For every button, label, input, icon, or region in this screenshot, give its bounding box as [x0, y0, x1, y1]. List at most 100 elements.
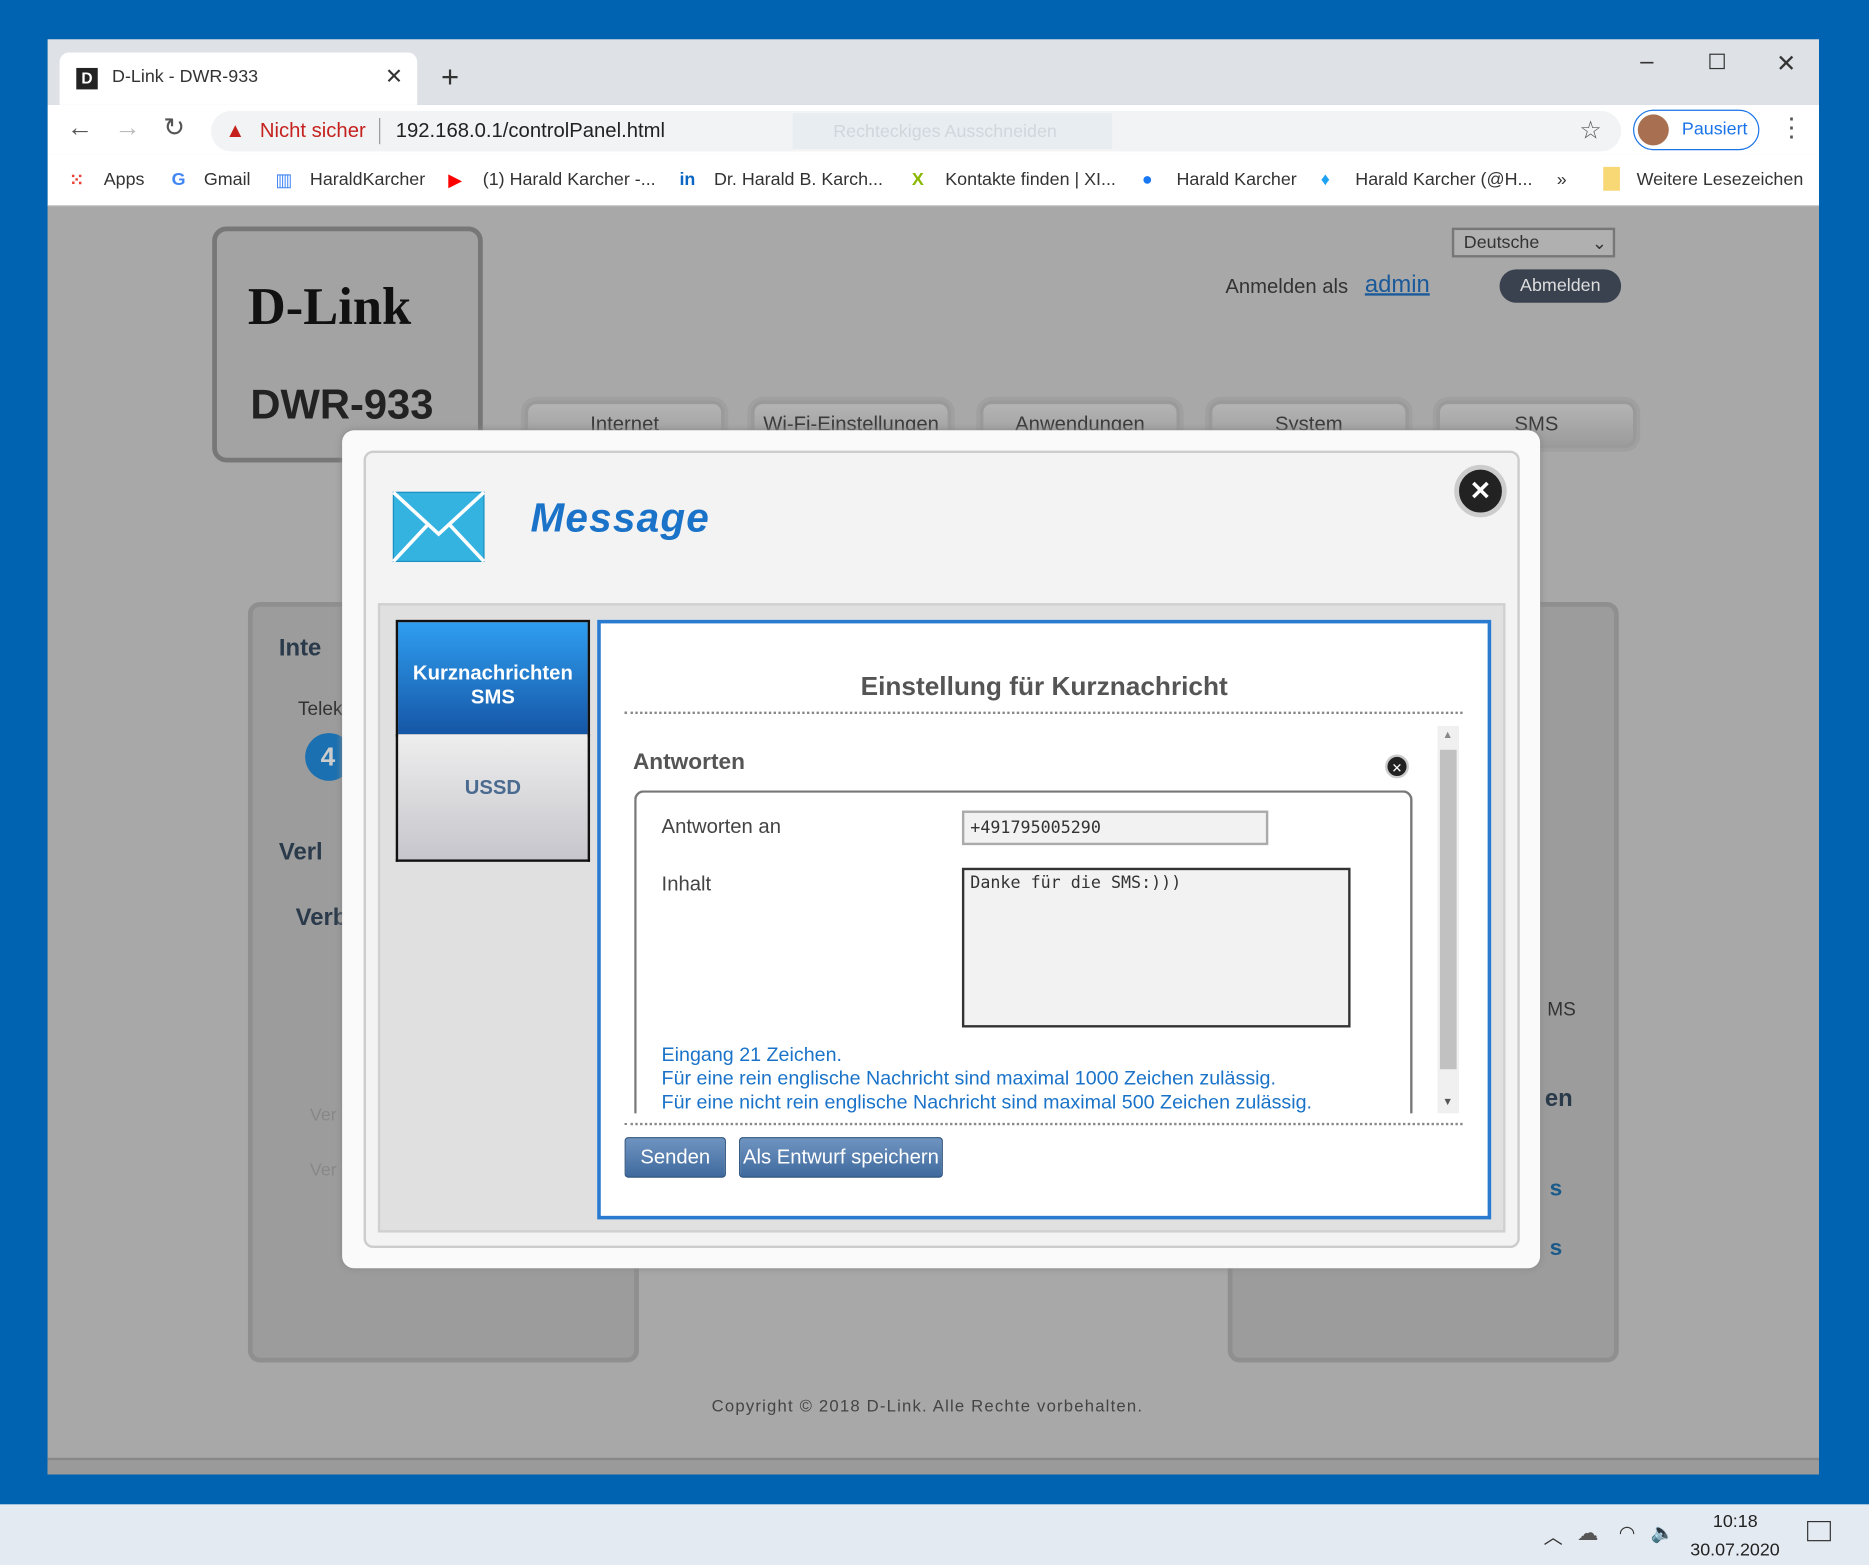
- message-dialog: Message ✕ Kurznachrichten SMS USSD Einst…: [342, 430, 1541, 1269]
- xing-icon: X: [911, 169, 924, 190]
- bg-heading: en: [1544, 1085, 1573, 1113]
- bookmarks-bar: ⁙ Apps G Gmail ▥ HaraldKarcher ▶ (1) Har…: [47, 154, 1819, 207]
- tab-sms-label: Kurznachrichten SMS: [412, 661, 573, 709]
- content-label: Inhalt: [661, 872, 712, 896]
- warning-icon: ▲: [225, 119, 246, 142]
- taskbar: ︿ ☁ ◠ 🔈 10:18 30.07.2020: [0, 1504, 1869, 1565]
- bookmark-facebook[interactable]: Harald Karcher: [1177, 169, 1297, 189]
- wifi-icon[interactable]: ◠: [1619, 1521, 1636, 1545]
- section-title: Antworten: [632, 749, 745, 775]
- forward-icon[interactable]: →: [114, 112, 140, 143]
- close-dialog-button[interactable]: ✕: [1454, 464, 1507, 518]
- clock-date[interactable]: 30.07.2020: [1690, 1540, 1779, 1560]
- snip-overlay: Rechteckiges Ausschneiden: [792, 113, 1113, 149]
- scroll-region: Antworten ✕ Antworten an Inhalt Danke fü…: [625, 726, 1463, 1114]
- more-bookmarks-button[interactable]: »: [1557, 169, 1567, 189]
- connection-heading: Verl: [278, 839, 323, 866]
- dlink-favicon: D: [76, 67, 98, 90]
- volume-icon[interactable]: 🔈: [1651, 1521, 1675, 1545]
- google-icon: G: [171, 169, 186, 190]
- send-button[interactable]: Senden: [624, 1137, 726, 1178]
- reload-icon[interactable]: ↻: [163, 112, 185, 143]
- scrollbar[interactable]: ▲ ▼: [1437, 725, 1460, 1114]
- limit-english: Für eine rein englische Nachricht sind m…: [661, 1068, 1276, 1090]
- envelope-icon: [392, 491, 486, 563]
- back-icon[interactable]: ←: [67, 112, 93, 143]
- apps-icon: ⁙: [69, 170, 85, 191]
- model-name: DWR-933: [250, 381, 434, 428]
- copyright: Copyright © 2018 D-Link. Alle Rechte vor…: [711, 1395, 1144, 1415]
- content-area: Kurznachrichten SMS USSD Einstellung für…: [377, 603, 1506, 1233]
- divider: [379, 118, 381, 145]
- bg-text: MS: [1547, 1000, 1576, 1021]
- sms-settings-panel: Einstellung für Kurznachricht Antworten …: [597, 619, 1492, 1220]
- folder-icon: [1603, 166, 1620, 191]
- clock-time[interactable]: 10:18: [1713, 1511, 1758, 1531]
- bookmark-other[interactable]: Weitere Lesezeichen: [1637, 169, 1804, 189]
- user-link[interactable]: admin: [1365, 272, 1430, 299]
- twitter-icon: ♦: [1320, 169, 1330, 190]
- login-label: Anmelden als: [1225, 275, 1349, 298]
- connection-sub: Verb: [295, 904, 348, 931]
- avatar: [1637, 114, 1669, 146]
- profile-label: Pausiert: [1681, 119, 1748, 140]
- scroll-up-icon[interactable]: ▲: [1442, 728, 1453, 740]
- save-draft-button[interactable]: Als Entwurf speichern: [739, 1137, 943, 1178]
- footer-bar: [47, 1457, 1819, 1475]
- scroll-thumb[interactable]: [1439, 749, 1457, 1070]
- char-count: Eingang 21 Zeichen.: [661, 1044, 842, 1066]
- page-icon: ▥: [275, 170, 293, 191]
- youtube-icon: ▶: [448, 170, 462, 191]
- close-section-icon[interactable]: ✕: [1385, 754, 1409, 779]
- dialog-body: Message ✕ Kurznachrichten SMS USSD Einst…: [363, 450, 1520, 1249]
- bookmark-twitter[interactable]: Harald Karcher (@H...: [1355, 169, 1532, 189]
- bookmark-xing[interactable]: Kontakte finden | XI...: [945, 169, 1116, 189]
- internet-heading: Inte: [278, 635, 322, 662]
- tab-ussd[interactable]: USSD: [395, 734, 591, 862]
- address-bar[interactable]: ▲ Nicht sicher 192.168.0.1/controlPanel.…: [210, 110, 1622, 152]
- new-tab-button[interactable]: +: [441, 58, 459, 95]
- limit-non-english: Für eine nicht rein englische Nachricht …: [661, 1091, 1313, 1114]
- tab-sms[interactable]: Kurznachrichten SMS: [395, 619, 591, 737]
- security-label[interactable]: Nicht sicher: [260, 119, 366, 143]
- content-textarea[interactable]: Danke für die SMS:))): [961, 867, 1351, 1028]
- scroll-down-icon[interactable]: ▼: [1442, 1095, 1453, 1107]
- star-icon[interactable]: ☆: [1579, 116, 1601, 146]
- divider: [624, 711, 1463, 715]
- profile-button[interactable]: Pausiert: [1633, 109, 1760, 151]
- language-value: Deutsche: [1463, 232, 1540, 253]
- dlink-logo: D-Link: [247, 277, 412, 337]
- tab-title: D-Link - DWR-933: [112, 66, 259, 88]
- tab-strip: D D-Link - DWR-933 ✕ + – ✕: [47, 39, 1819, 105]
- bg-text: Ver: [309, 1104, 337, 1126]
- maximize-icon[interactable]: [1709, 53, 1725, 70]
- bookmark-linkedin[interactable]: Dr. Harald B. Karch...: [714, 169, 883, 189]
- show-hidden-icons[interactable]: ︿: [1544, 1521, 1563, 1550]
- bg-link: s: [1549, 1236, 1563, 1262]
- bookmark-haraldkarcher[interactable]: HaraldKarcher: [310, 169, 425, 189]
- tab-ussd-label: USSD: [464, 775, 522, 799]
- onedrive-icon[interactable]: ☁: [1577, 1521, 1598, 1546]
- bg-text: Ver: [309, 1159, 337, 1181]
- bookmark-youtube[interactable]: (1) Harald Karcher -...: [483, 169, 656, 189]
- close-window-icon[interactable]: ✕: [1776, 49, 1796, 79]
- provider-label: Telek: [298, 699, 343, 720]
- logout-button[interactable]: Abmelden: [1499, 269, 1622, 303]
- url-text: 192.168.0.1/controlPanel.html: [395, 119, 665, 142]
- bookmark-apps[interactable]: Apps: [104, 169, 145, 189]
- chevron-down-icon: ⌄: [1591, 233, 1607, 254]
- facebook-icon: ●: [1141, 169, 1153, 190]
- minimize-icon[interactable]: –: [1640, 49, 1653, 76]
- close-tab-icon[interactable]: ✕: [385, 64, 403, 89]
- browser-tab[interactable]: D D-Link - DWR-933 ✕: [59, 52, 418, 105]
- bookmark-gmail[interactable]: Gmail: [204, 169, 251, 189]
- bg-link: s: [1549, 1176, 1563, 1202]
- logo-box: D-Link DWR-933: [212, 226, 483, 463]
- toolbar: ← → ↻ ▲ Nicht sicher 192.168.0.1/control…: [47, 104, 1819, 155]
- menu-icon[interactable]: ⋮: [1778, 112, 1804, 143]
- language-select[interactable]: Deutsche ⌄: [1451, 227, 1616, 258]
- reply-to-input[interactable]: [961, 810, 1269, 846]
- notifications-icon[interactable]: [1807, 1520, 1831, 1542]
- panel-heading: Einstellung für Kurznachricht: [860, 671, 1228, 701]
- dialog-title: Message: [530, 495, 711, 542]
